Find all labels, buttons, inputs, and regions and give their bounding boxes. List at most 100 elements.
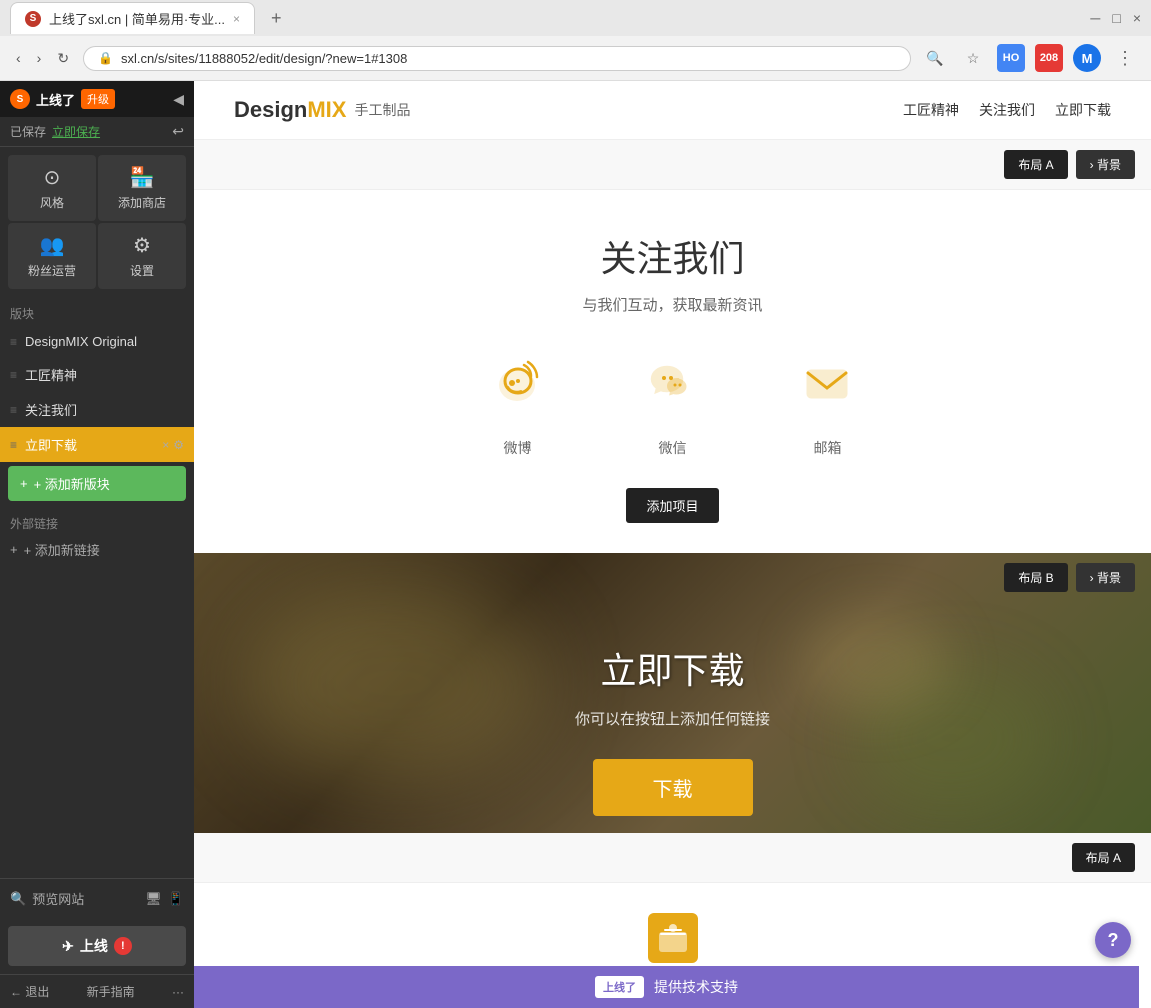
add-block-icon: +	[20, 476, 28, 491]
help-btn[interactable]: ?	[1095, 922, 1131, 958]
tab-close-btn[interactable]: ×	[233, 12, 240, 26]
browser-toolbar-icons: 🔍 ☆ HO 208 M ⋮	[921, 44, 1139, 72]
section-footer-header: 布局 A	[194, 833, 1151, 883]
fans-label: 粉丝运营	[28, 262, 76, 279]
nav-item-delete-btn[interactable]: ×	[162, 438, 169, 452]
preview-label: 预览网站	[32, 889, 84, 908]
sidebar-item-followus[interactable]: ≡ 关注我们	[0, 392, 194, 427]
settings-label: 设置	[130, 262, 154, 279]
nav-link-craftspirit[interactable]: 工匠精神	[903, 100, 959, 120]
sidebar-grid-item-style[interactable]: ⊙ 风格	[8, 155, 96, 221]
sections-title: 版块	[0, 297, 194, 326]
online-btn[interactable]: ✈ 上线 !	[8, 926, 186, 966]
nav-link-download[interactable]: 立即下载	[1055, 100, 1111, 120]
settings-icon: ⚙	[133, 233, 151, 258]
sidebar-item-label-craftspirit: 工匠精神	[25, 365, 77, 384]
sidebar-item-label-followus: 关注我们	[25, 400, 77, 419]
style-label: 风格	[40, 194, 64, 211]
undo-btn[interactable]: ↩	[172, 123, 184, 140]
website-logo: DesignMIX 手工制品	[234, 97, 410, 123]
layout-b-btn[interactable]: 布局 B	[1004, 563, 1067, 592]
search-icon[interactable]: 🔍	[921, 44, 949, 72]
brand-subtitle: 手工制品	[354, 100, 410, 120]
website-nav: DesignMIX 手工制品 工匠精神 关注我们 立即下载	[194, 81, 1151, 140]
exit-btn[interactable]: ← 退出	[10, 983, 49, 1000]
social-weibo[interactable]: 微博	[490, 355, 545, 458]
sidebar-grid-item-fans[interactable]: 👥 粉丝运营	[8, 223, 96, 289]
wechat-icon	[645, 355, 700, 422]
online-badge: !	[114, 937, 132, 955]
browser-tab[interactable]: S 上线了sxl.cn | 简单易用·专业... ×	[10, 2, 255, 34]
save-bar: 已保存 立即保存 ↩	[0, 117, 194, 147]
sidebar-item-designmix[interactable]: ≡ DesignMIX Original	[0, 326, 194, 357]
save-status: 已保存	[10, 123, 46, 140]
ext-section: 外部链接 + + 添加新链接	[0, 505, 194, 567]
preview-icons: 🖥 📱	[145, 891, 184, 907]
section-follow-content: 关注我们 与我们互动，获取最新资讯	[194, 190, 1151, 553]
upgrade-btn[interactable]: 升级	[81, 89, 115, 109]
preview-btn[interactable]: 🔍 预览网站 🖥 📱	[0, 879, 194, 918]
monitor-icon: 🖥	[145, 891, 162, 907]
nav-item-settings-btn[interactable]: ⚙	[173, 438, 184, 452]
new-tab-btn[interactable]: +	[263, 4, 290, 33]
add-block-label: + 添加新版块	[34, 474, 110, 493]
address-box[interactable]: 🔒 sxl.cn/s/sites/11888052/edit/design/?n…	[83, 46, 911, 71]
sidebar-footer: ← 退出 新手指南 ···	[0, 974, 194, 1008]
208-icon[interactable]: 208	[1035, 44, 1063, 72]
save-now-btn[interactable]: 立即保存	[52, 123, 100, 140]
ext-title: 外部链接	[10, 509, 184, 536]
logo-icon: S	[10, 89, 30, 109]
tab-favicon: S	[25, 11, 41, 27]
menu-icon[interactable]: ⋮	[1111, 44, 1139, 72]
weibo-label: 微博	[504, 438, 532, 458]
more-btn[interactable]: ···	[172, 983, 184, 1000]
sidebar-item-label-download: 立即下载	[25, 435, 77, 454]
profile-icon[interactable]: M	[1073, 44, 1101, 72]
wechat-label: 微信	[659, 438, 687, 458]
lock-icon: 🔒	[98, 51, 113, 65]
layout-footer-btn[interactable]: 布局 A	[1072, 843, 1135, 872]
sidebar: S 上线了 升级 ◀ 已保存 立即保存 ↩ ⊙ 风格 🏪 添加商店 👥	[0, 81, 194, 1008]
close-btn[interactable]: ×	[1133, 10, 1141, 26]
social-email[interactable]: 邮箱	[800, 355, 855, 458]
add-item-btn[interactable]: 添加项目	[626, 488, 718, 523]
reload-btn[interactable]: ↻	[53, 48, 73, 69]
email-label: 邮箱	[814, 438, 842, 458]
nav-link-followus[interactable]: 关注我们	[979, 100, 1035, 120]
sidebar-item-craftspirit[interactable]: ≡ 工匠精神	[0, 357, 194, 392]
browser-titlebar: S 上线了sxl.cn | 简单易用·专业... × + ─ □ ×	[0, 0, 1151, 36]
bookmark-icon[interactable]: ☆	[959, 44, 987, 72]
section-download-header: 布局 B › 背景	[194, 553, 1151, 602]
back-btn[interactable]: ‹	[12, 48, 25, 68]
add-link-btn[interactable]: + + 添加新链接	[10, 536, 184, 563]
search-icon-preview: 🔍	[10, 891, 26, 907]
forward-btn[interactable]: ›	[33, 48, 46, 68]
sidebar-item-download[interactable]: ≡ 立即下载 × ⚙	[0, 427, 194, 462]
add-block-btn[interactable]: + + 添加新版块	[8, 466, 186, 501]
bg-btn-download[interactable]: › 背景	[1076, 563, 1135, 592]
main-layout: S 上线了 升级 ◀ 已保存 立即保存 ↩ ⊙ 风格 🏪 添加商店 👥	[0, 81, 1151, 1008]
social-icons-row: 微博	[214, 355, 1131, 458]
section-download-content: 立即下载 你可以在按钮上添加任何链接 下载	[194, 602, 1151, 833]
download-btn[interactable]: 下载	[593, 759, 753, 816]
sidebar-grid-item-shop[interactable]: 🏪 添加商店	[98, 155, 186, 221]
social-wechat[interactable]: 微信	[645, 355, 700, 458]
ho-extension-icon[interactable]: HO	[997, 44, 1025, 72]
section-follow: 布局 A › 背景 关注我们 与我们互动，获取最新资讯	[194, 140, 1151, 553]
maximize-btn[interactable]: □	[1112, 10, 1120, 26]
online-label: 上线	[80, 936, 108, 956]
fans-icon: 👥	[40, 233, 65, 258]
sidebar-collapse-btn[interactable]: ◀	[173, 91, 184, 108]
tab-title: 上线了sxl.cn | 简单易用·专业...	[49, 9, 225, 28]
guide-btn[interactable]: 新手指南	[87, 983, 135, 1000]
plane-icon: ✈	[62, 938, 74, 955]
layout-a-btn[interactable]: 布局 A	[1004, 150, 1067, 179]
bg-btn-follow[interactable]: › 背景	[1076, 150, 1135, 179]
main-content[interactable]: DesignMIX 手工制品 工匠精神 关注我们 立即下载 布局 A › 背景 …	[194, 81, 1151, 1008]
sidebar-grid-item-settings[interactable]: ⚙ 设置	[98, 223, 186, 289]
minimize-btn[interactable]: ─	[1090, 10, 1100, 26]
section-follow-header: 布局 A › 背景	[194, 140, 1151, 190]
phone-icon: 📱	[168, 891, 184, 907]
website-nav-links: 工匠精神 关注我们 立即下载	[903, 100, 1111, 120]
drag-icon: ≡	[10, 335, 17, 349]
